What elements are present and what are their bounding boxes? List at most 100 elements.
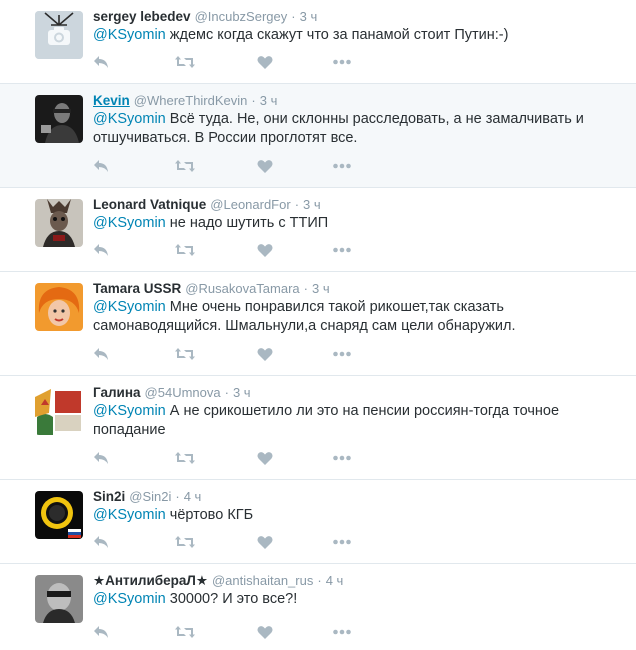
- time-separator: ·: [224, 385, 229, 400]
- timestamp[interactable]: 4 ч: [326, 573, 344, 588]
- heart-icon[interactable]: [257, 625, 277, 641]
- reply-icon[interactable]: [93, 625, 113, 641]
- author-handle[interactable]: @WhereThirdKevin: [134, 93, 248, 108]
- timestamp[interactable]: 3 ч: [303, 197, 321, 212]
- reply-icon[interactable]: [93, 159, 113, 175]
- avatar-photo: [35, 575, 83, 623]
- tweet-actions: [93, 55, 373, 71]
- retweet-icon[interactable]: [175, 347, 195, 363]
- tweet-actions: [93, 243, 373, 259]
- retweet-icon[interactable]: [175, 535, 195, 551]
- avatar[interactable]: [35, 283, 83, 331]
- mention-link[interactable]: @KSyomin: [93, 591, 166, 607]
- timestamp[interactable]: 3 ч: [312, 281, 330, 296]
- more-icon[interactable]: [333, 625, 353, 641]
- retweet-icon[interactable]: [175, 159, 195, 175]
- tweet-text: @KSyomin чёртово КГБ: [93, 506, 593, 525]
- heart-icon[interactable]: [257, 243, 277, 259]
- time-separator: ·: [291, 9, 296, 24]
- author-name[interactable]: Sin2i: [93, 489, 125, 504]
- avatar-photo: [35, 199, 83, 247]
- avatar[interactable]: [35, 199, 83, 247]
- author-name[interactable]: Leonard Vatnique: [93, 197, 206, 212]
- retweet-icon[interactable]: [175, 625, 195, 641]
- timestamp[interactable]: 3 ч: [233, 385, 251, 400]
- avatar[interactable]: [35, 95, 83, 143]
- more-icon[interactable]: [333, 535, 353, 551]
- author-name[interactable]: ★АнтилибераЛ★: [93, 573, 208, 588]
- camera-icon: [35, 11, 83, 59]
- tweet-text: @KSyomin не надо шутить с ТТИП: [93, 214, 593, 233]
- retweet-icon[interactable]: [175, 451, 195, 467]
- tweet-header: sergey lebedev @IncubzSergey · 3 ч: [93, 9, 317, 25]
- tweet-body: Всё туда. Не, они склонны расследовать, …: [93, 111, 584, 146]
- tweet-text: @KSyomin Всё туда. Не, они склонны рассл…: [93, 110, 593, 148]
- heart-icon[interactable]: [257, 55, 277, 71]
- more-icon[interactable]: [333, 243, 353, 259]
- avatar[interactable]: [35, 575, 83, 623]
- retweet-icon[interactable]: [175, 55, 195, 71]
- more-icon[interactable]: [333, 451, 353, 467]
- tweet-body: ждемс когда скажут что за панамой стоит …: [165, 27, 509, 43]
- more-icon[interactable]: [333, 55, 353, 71]
- heart-icon[interactable]: [257, 347, 277, 363]
- tweet: Галина @54Umnova · 3 ч @KSyomin А не срикош…: [0, 376, 636, 480]
- more-icon[interactable]: [333, 347, 353, 363]
- author-handle[interactable]: @LeonardFor: [210, 197, 290, 212]
- retweet-icon[interactable]: [175, 243, 195, 259]
- tweet-text: @KSyomin А не срикошетило ли это на пенс…: [93, 402, 593, 440]
- tweet-body: чёртово КГБ: [165, 507, 254, 523]
- avatar-photo: [35, 283, 83, 331]
- tweet-actions: [93, 159, 373, 175]
- avatar-photo: [35, 95, 83, 143]
- mention-link[interactable]: @KSyomin: [93, 403, 166, 419]
- reply-icon[interactable]: [93, 451, 113, 467]
- tweet: Kevin @WhereThirdKevin · 3 ч @KSyomin Всё т…: [0, 84, 636, 188]
- tweet-header: ★АнтилибераЛ★ @antishaitan_rus · 4 ч: [93, 573, 343, 589]
- mention-link[interactable]: @KSyomin: [93, 111, 166, 127]
- reply-icon[interactable]: [93, 55, 113, 71]
- tweet-text: @KSyomin 30000? И это все?!: [93, 590, 593, 609]
- timestamp[interactable]: 4 ч: [184, 489, 202, 504]
- heart-icon[interactable]: [257, 535, 277, 551]
- tweet-actions: [93, 535, 373, 551]
- time-separator: ·: [317, 573, 322, 588]
- timestamp[interactable]: 3 ч: [260, 93, 278, 108]
- time-separator: ·: [175, 489, 180, 504]
- tweet-body: не надо шутить с ТТИП: [165, 215, 329, 231]
- author-handle[interactable]: @RusakovaTamara: [185, 281, 299, 296]
- tweet: sergey lebedev @IncubzSergey · 3 ч @KSyomin…: [0, 0, 636, 84]
- tweet: ★АнтилибераЛ★ @antishaitan_rus · 4 ч @KSyom…: [0, 564, 636, 650]
- more-icon[interactable]: [333, 159, 353, 175]
- timestamp[interactable]: 3 ч: [300, 9, 318, 24]
- avatar-default-egg[interactable]: [35, 11, 83, 59]
- heart-icon[interactable]: [257, 451, 277, 467]
- tweet: Tamara USSR @RusakovaTamara · 3 ч @KSyomin …: [0, 272, 636, 376]
- tweet-header: Sin2i @Sin2i · 4 ч: [93, 489, 201, 505]
- author-handle[interactable]: @54Umnova: [145, 385, 221, 400]
- heart-icon[interactable]: [257, 159, 277, 175]
- mention-link[interactable]: @KSyomin: [93, 299, 166, 315]
- author-handle[interactable]: @antishaitan_rus: [212, 573, 313, 588]
- author-name[interactable]: Kevin: [93, 93, 130, 108]
- tweet-header: Tamara USSR @RusakovaTamara · 3 ч: [93, 281, 330, 297]
- reply-icon[interactable]: [93, 243, 113, 259]
- victory-anniversary-logo: [35, 387, 83, 435]
- author-name[interactable]: Tamara USSR: [93, 281, 181, 296]
- author-handle[interactable]: @Sin2i: [129, 489, 171, 504]
- reply-icon[interactable]: [93, 535, 113, 551]
- avatar-photo: [35, 491, 83, 539]
- tweet-actions: [93, 625, 373, 641]
- reply-icon[interactable]: [93, 347, 113, 363]
- time-separator: ·: [294, 197, 300, 212]
- mention-link[interactable]: @KSyomin: [93, 215, 166, 231]
- tweet-actions: [93, 451, 373, 467]
- avatar[interactable]: [35, 387, 83, 435]
- avatar[interactable]: [35, 491, 83, 539]
- author-handle[interactable]: @IncubzSergey: [195, 9, 288, 24]
- tweet: Leonard Vatnique @LeonardFor · 3 ч @KSyomin…: [0, 188, 636, 272]
- mention-link[interactable]: @KSyomin: [93, 507, 166, 523]
- author-name[interactable]: Галина: [93, 385, 141, 400]
- author-name[interactable]: sergey lebedev: [93, 9, 191, 24]
- mention-link[interactable]: @KSyomin: [93, 27, 166, 43]
